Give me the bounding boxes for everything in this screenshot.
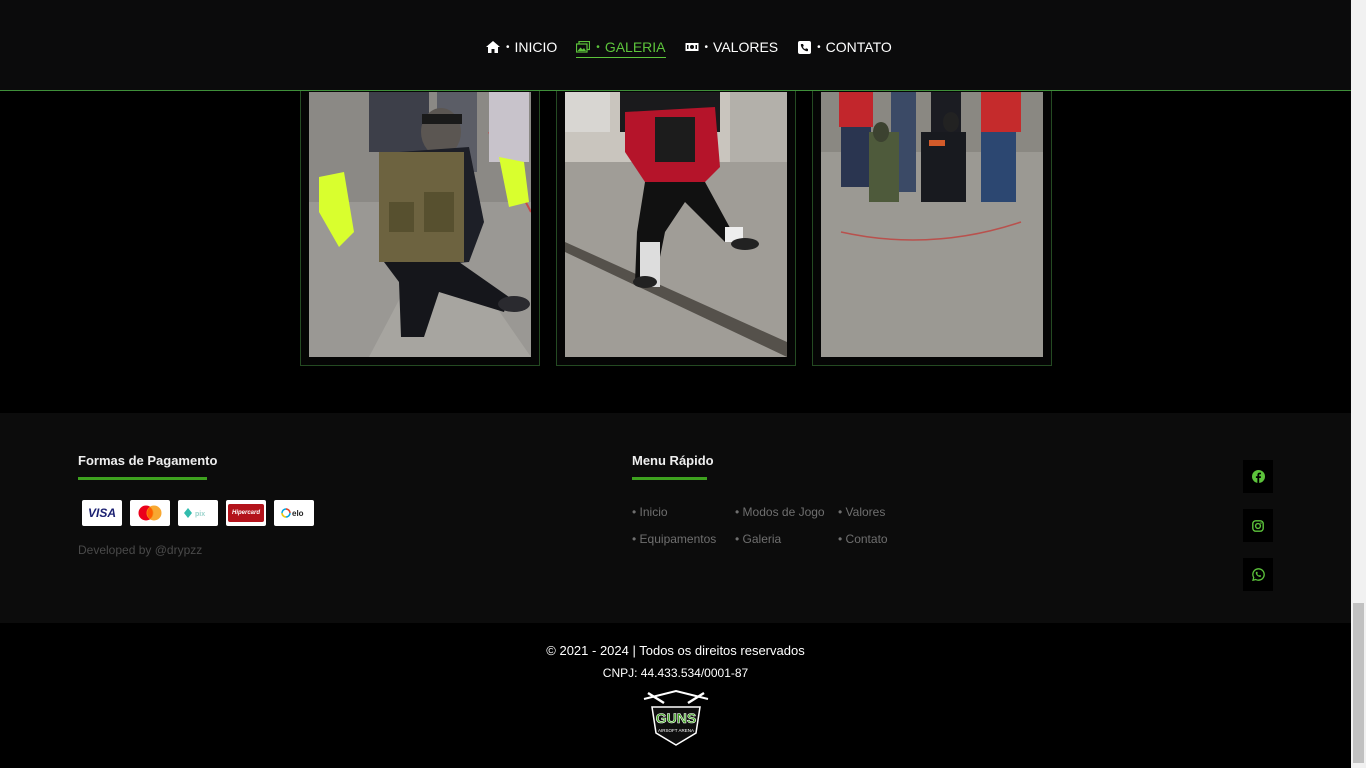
svg-text:elo: elo [292, 509, 304, 518]
nav-dot: • [704, 41, 709, 53]
gallery-photo-group [821, 92, 1043, 357]
whatsapp-button[interactable] [1243, 558, 1273, 591]
nav-item-galeria[interactable]: • GALERIA [576, 37, 666, 58]
visa-label: VISA [87, 506, 116, 520]
visa-icon: VISA [82, 500, 122, 526]
cnpj-text: CNPJ: 44.433.534/0001-87 [602, 666, 749, 680]
gallery-card[interactable] [812, 91, 1052, 366]
gallery-photo-player-red [565, 92, 787, 357]
gallery-card[interactable] [300, 91, 540, 366]
instagram-button[interactable] [1243, 509, 1273, 542]
gallery-photo-player-vest [309, 92, 531, 357]
quick-link-galeria[interactable]: • Galeria [735, 532, 838, 546]
developer-credit[interactable]: Developed by @drypzz [78, 543, 202, 557]
copyright-bar: © 2021 - 2024 | Todos os direitos reserv… [0, 623, 1351, 768]
scrollbar-thumb[interactable] [1353, 603, 1364, 763]
nav-dot: • [596, 41, 600, 53]
mastercard-icon [130, 500, 170, 526]
quick-link-inicio[interactable]: • Inicio [632, 505, 735, 519]
top-navbar: • INICIO • GALERIA • VALORES • CONTATO [0, 0, 1351, 91]
svg-text:GUNS: GUNS [656, 710, 696, 726]
nav-item-contato[interactable]: • CONTATO [797, 37, 892, 57]
quick-link-contato[interactable]: • Contato [838, 532, 918, 546]
nav-dot: • [506, 41, 510, 53]
quick-link-valores[interactable]: • Valores [838, 505, 918, 519]
hipercard-icon: Hipercard [226, 500, 266, 526]
copyright-text: © 2021 - 2024 | Todos os direitos reserv… [546, 643, 805, 658]
svg-text:AIRSOFT ARENA: AIRSOFT ARENA [658, 728, 694, 733]
payment-methods: VISA pix Hipercard elo [82, 500, 314, 526]
nav-item-label: VALORES [713, 39, 779, 55]
money-icon [685, 40, 699, 54]
gallery-section [0, 91, 1351, 413]
quick-menu: • Inicio • Modos de Jogo • Valores • Equ… [632, 505, 918, 546]
phone-icon [797, 40, 811, 54]
nav-item-valores[interactable]: • VALORES [685, 37, 779, 57]
payments-title-underline [78, 477, 207, 480]
gallery-card[interactable] [556, 91, 796, 366]
guns-logo[interactable]: GUNS AIRSOFT ARENA [636, 689, 716, 747]
menu-title: Menu Rápido [632, 453, 714, 468]
nav-menu: • INICIO • GALERIA • VALORES • CONTATO [486, 37, 892, 58]
svg-text:pix: pix [195, 511, 205, 518]
whatsapp-icon [1251, 568, 1265, 581]
instagram-icon [1252, 519, 1264, 532]
nav-item-label: GALERIA [604, 39, 666, 55]
nav-dot: • [817, 41, 821, 53]
nav-item-inicio[interactable]: • INICIO [486, 37, 557, 57]
facebook-icon [1251, 470, 1265, 483]
quick-link-modos-de-jogo[interactable]: • Modos de Jogo [735, 505, 838, 519]
facebook-button[interactable] [1243, 460, 1273, 493]
pix-icon: pix [178, 500, 218, 526]
home-icon [486, 40, 500, 54]
quick-link-equipamentos[interactable]: • Equipamentos [632, 532, 735, 546]
menu-title-underline [632, 477, 707, 480]
nav-item-label: INICIO [514, 39, 558, 55]
footer: Formas de Pagamento VISA pix Hipercard e… [0, 413, 1351, 623]
gallery-icon [576, 40, 591, 54]
nav-item-label: CONTATO [825, 39, 892, 55]
elo-icon: elo [274, 500, 314, 526]
payments-title: Formas de Pagamento [78, 453, 218, 468]
scrollbar-track[interactable] [1351, 0, 1366, 768]
